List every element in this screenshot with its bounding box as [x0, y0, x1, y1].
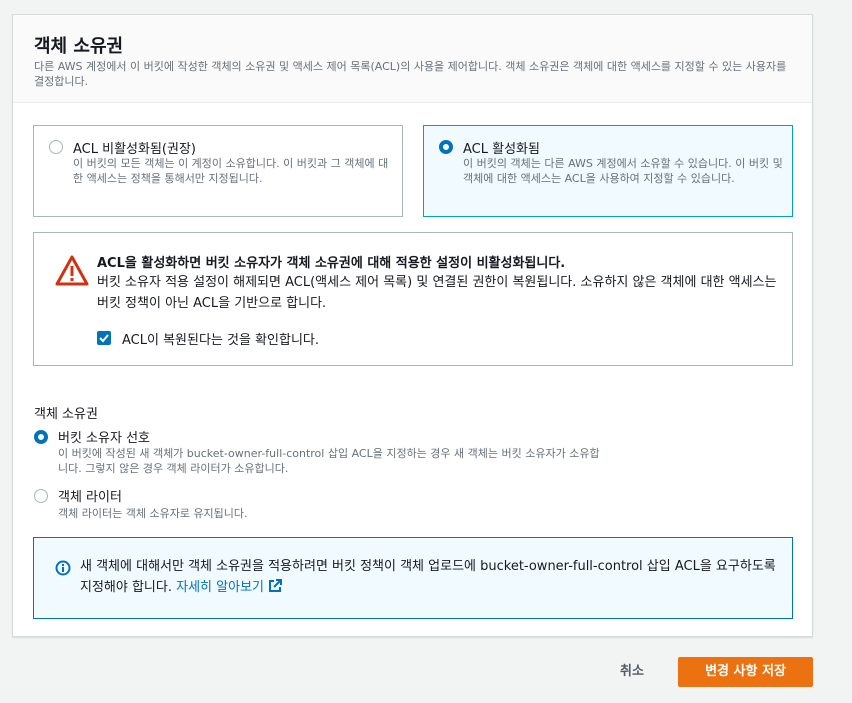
warning-body: 버킷 소유자 적용 설정이 해제되면 ACL(액세스 제어 목록) 및 연결된 …	[97, 275, 777, 311]
acl-enabled-tile[interactable]: ACL 활성화됨 이 버킷의 객체는 다른 AWS 계정에서 소유할 수 있습니…	[423, 125, 793, 217]
panel-header: 객체 소유권 다른 AWS 계정에서 이 버킷에 작성한 객체의 소유권 및 액…	[13, 15, 812, 103]
checkmark-icon	[99, 334, 109, 343]
cancel-button[interactable]: 취소	[606, 660, 658, 684]
bucket-owner-preferred-radio[interactable]	[34, 430, 48, 444]
acl-disabled-tile[interactable]: ACL 비활성화됨(권장) 이 버킷의 모든 객체는 이 계정이 소유합니다. …	[33, 125, 403, 217]
bucket-owner-preferred-description: 이 버킷에 작성된 새 객체가 bucket-owner-full-contro…	[58, 447, 600, 475]
external-link-icon[interactable]	[268, 579, 282, 593]
acl-enabled-description: 이 버킷의 객체는 다른 AWS 계정에서 소유할 수 있습니다. 이 버킷 및…	[463, 157, 783, 185]
object-ownership-panel: 객체 소유권 다른 AWS 계정에서 이 버킷에 작성한 객체의 소유권 및 액…	[12, 14, 813, 637]
warning-icon	[55, 255, 89, 286]
acl-restore-checkbox[interactable]	[97, 331, 111, 345]
object-writer-radio[interactable]	[34, 489, 48, 503]
object-writer-description: 객체 라이터는 객체 소유자로 유지됩니다.	[58, 507, 248, 520]
acl-disabled-radio[interactable]	[49, 140, 63, 154]
acl-enabled-label: ACL 활성화됨	[463, 142, 540, 157]
learn-more-link[interactable]: 자세히 알아보기	[176, 580, 264, 595]
acl-enabled-radio[interactable]	[439, 140, 453, 154]
acl-warning-alert: ACL을 활성화하면 버킷 소유자가 객체 소유권에 대해 적용한 설정이 비활…	[33, 232, 793, 366]
panel-title: 객체 소유권	[34, 36, 124, 57]
object-writer-label[interactable]: 객체 라이터	[58, 486, 122, 505]
warning-title: ACL을 활성화하면 버킷 소유자가 객체 소유권에 대해 적용한 설정이 비활…	[97, 256, 566, 271]
acl-restore-checkbox-label[interactable]: ACL이 복원된다는 것을 확인합니다.	[122, 329, 319, 348]
acl-disabled-description: 이 버킷의 모든 객체는 이 계정이 소유합니다. 이 버킷과 그 객체에 대한…	[73, 157, 389, 185]
ownership-field-label: 객체 소유권	[34, 407, 98, 422]
panel-description: 다른 AWS 계정에서 이 버킷에 작성한 객체의 소유권 및 액세스 제어 목…	[34, 60, 787, 88]
bucket-owner-preferred-label[interactable]: 버킷 소유자 선호	[58, 427, 150, 446]
save-changes-button[interactable]: 변경 사항 저장	[678, 657, 813, 687]
info-text: 새 객체에 대해서만 객체 소유권을 적용하려면 버킷 정책이 객체 업로드에 …	[80, 556, 780, 598]
info-icon	[55, 560, 71, 576]
info-alert: 새 객체에 대해서만 객체 소유권을 적용하려면 버킷 정책이 객체 업로드에 …	[33, 537, 793, 619]
acl-disabled-label: ACL 비활성화됨(권장)	[73, 142, 196, 157]
